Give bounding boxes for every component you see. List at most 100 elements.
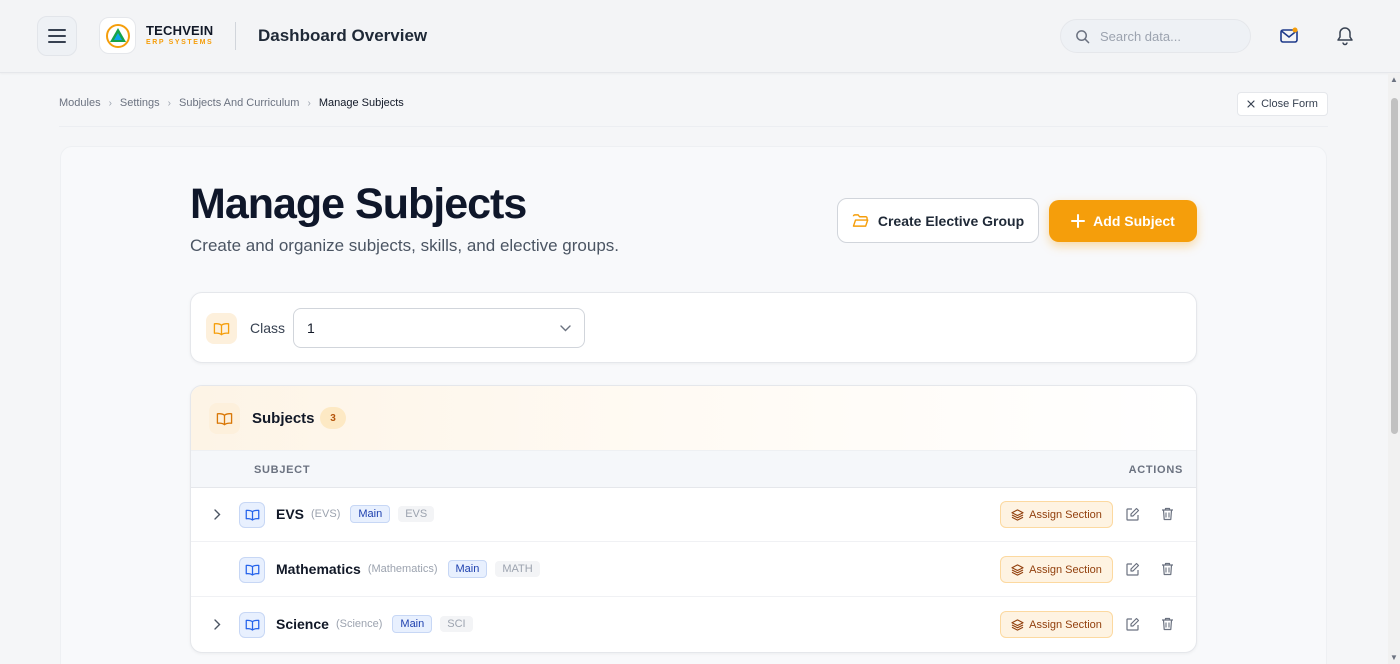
close-icon [1247,100,1255,108]
class-select[interactable]: 1 [293,308,585,348]
header-divider [235,22,236,50]
table-row[interactable]: EVS (EVS) Main EVS Assign Section [191,488,1196,542]
edit-icon [1126,562,1140,576]
table-row[interactable]: Mathematics (Mathematics) Main MATH Assi… [191,543,1196,597]
subject-info: Mathematics (Mathematics) Main MATH [276,560,540,578]
brand-logo[interactable] [99,17,136,54]
subjects-panel: Subjects 3 SUBJECT ACTIONS EVS (EVS) Mai… [190,385,1197,653]
chevron-right-icon: › [167,97,172,109]
page-heading: Dashboard Overview [258,26,428,45]
mail-icon [1280,27,1298,43]
column-subject: SUBJECT [254,464,311,476]
book-open-icon [245,564,259,576]
breadcrumb-current: Manage Subjects [318,97,404,109]
subject-alt-name: (EVS) [311,508,341,520]
subject-code-badge: MATH [495,561,540,577]
subjects-title: Subjects [252,410,315,427]
class-filter-panel: Class 1 [190,292,1197,363]
book-open-icon [213,322,230,335]
book-open-icon [245,509,259,521]
scroll-down-arrow[interactable]: ▼ [1390,653,1398,662]
table-header: SUBJECT ACTIONS [191,451,1196,488]
book-open-icon [216,412,233,425]
subject-name: EVS [276,506,305,522]
class-label: Class [250,320,286,336]
brand-tagline: ERP SYSTEMS [146,39,214,46]
expand-row-button[interactable] [210,617,224,631]
table-row[interactable]: Science (Science) Main SCI Assign Sectio… [191,598,1196,652]
page-subtitle: Create and organize subjects, skills, an… [190,236,620,255]
assign-section-button[interactable]: Assign Section [1000,501,1113,528]
assign-section-label: Assign Section [1029,508,1102,521]
chevron-right-icon: › [108,97,112,109]
trash-icon [1161,507,1173,521]
trash-icon [1161,617,1173,631]
assign-section-button[interactable]: Assign Section [1000,611,1113,638]
subject-type-badge: Main [447,560,488,578]
scroll-thumb[interactable] [1391,98,1398,434]
menu-button[interactable] [37,16,77,56]
page-title: Manage Subjects [190,180,527,228]
assign-section-label: Assign Section [1029,618,1102,631]
layers-icon [1011,618,1024,631]
edit-button[interactable] [1125,506,1141,522]
layers-icon [1011,563,1024,576]
delete-button[interactable] [1159,616,1175,632]
delete-button[interactable] [1159,561,1175,577]
subject-icon [239,557,265,583]
assign-section-button[interactable]: Assign Section [1000,556,1113,583]
subjects-panel-header: Subjects 3 [191,386,1196,451]
edit-button[interactable] [1125,616,1141,632]
add-subject-button[interactable]: Add Subject [1049,200,1197,242]
subjects-book-badge [209,403,240,434]
brand-name: TECHVEIN [146,23,214,38]
edit-button[interactable] [1125,561,1141,577]
top-header: TECHVEIN ERP SYSTEMS Dashboard Overview [0,0,1400,73]
subject-icon [239,502,265,528]
expand-row-button[interactable] [210,507,224,521]
subject-icon [239,612,265,638]
edit-icon [1126,617,1140,631]
search-input[interactable] [1100,28,1230,44]
subject-type-badge: Main [392,615,433,633]
subject-type-badge: Main [350,505,391,523]
notifications-button[interactable] [1333,24,1357,48]
breadcrumb-divider [59,126,1328,127]
trash-icon [1161,562,1173,576]
create-elective-group-label: Create Elective Group [877,212,1025,229]
close-form-button[interactable]: Close Form [1237,92,1328,116]
subject-info: Science (Science) Main SCI [276,615,473,633]
folder-open-icon [852,214,869,227]
search-box[interactable] [1060,19,1251,53]
edit-icon [1126,507,1140,521]
breadcrumb: Modules › Settings › Subjects And Curric… [59,97,404,109]
mail-button[interactable] [1277,24,1301,48]
create-elective-group-button[interactable]: Create Elective Group [837,198,1039,243]
chevron-right-icon: › [307,97,311,109]
breadcrumb-modules[interactable]: Modules [59,97,101,109]
close-form-label: Close Form [1261,98,1318,110]
hamburger-icon [48,29,66,43]
delete-button[interactable] [1159,506,1175,522]
page-scrollbar[interactable]: ▲ ▼ [1388,73,1400,664]
book-open-icon [245,619,259,631]
column-actions: ACTIONS [1128,464,1183,476]
assign-section-label: Assign Section [1029,563,1102,576]
layers-icon [1011,508,1024,521]
subject-alt-name: (Science) [335,618,383,630]
class-select-value: 1 [307,320,315,336]
scroll-up-arrow[interactable]: ▲ [1390,75,1398,84]
subject-alt-name: (Mathematics) [367,563,438,575]
chevron-right-icon [213,618,220,630]
subject-name: Mathematics [276,561,361,577]
brand-text: TECHVEIN ERP SYSTEMS [146,24,213,47]
bell-icon [1337,27,1353,46]
subject-code-badge: EVS [398,506,435,522]
subjects-count-badge: 3 [320,407,346,429]
add-subject-label: Add Subject [1093,213,1175,229]
breadcrumb-subjects-curriculum[interactable]: Subjects And Curriculum [179,97,299,109]
chevron-right-icon [213,508,220,520]
plus-icon [1071,214,1086,228]
subject-name: Science [276,616,329,632]
breadcrumb-settings[interactable]: Settings [120,97,160,109]
